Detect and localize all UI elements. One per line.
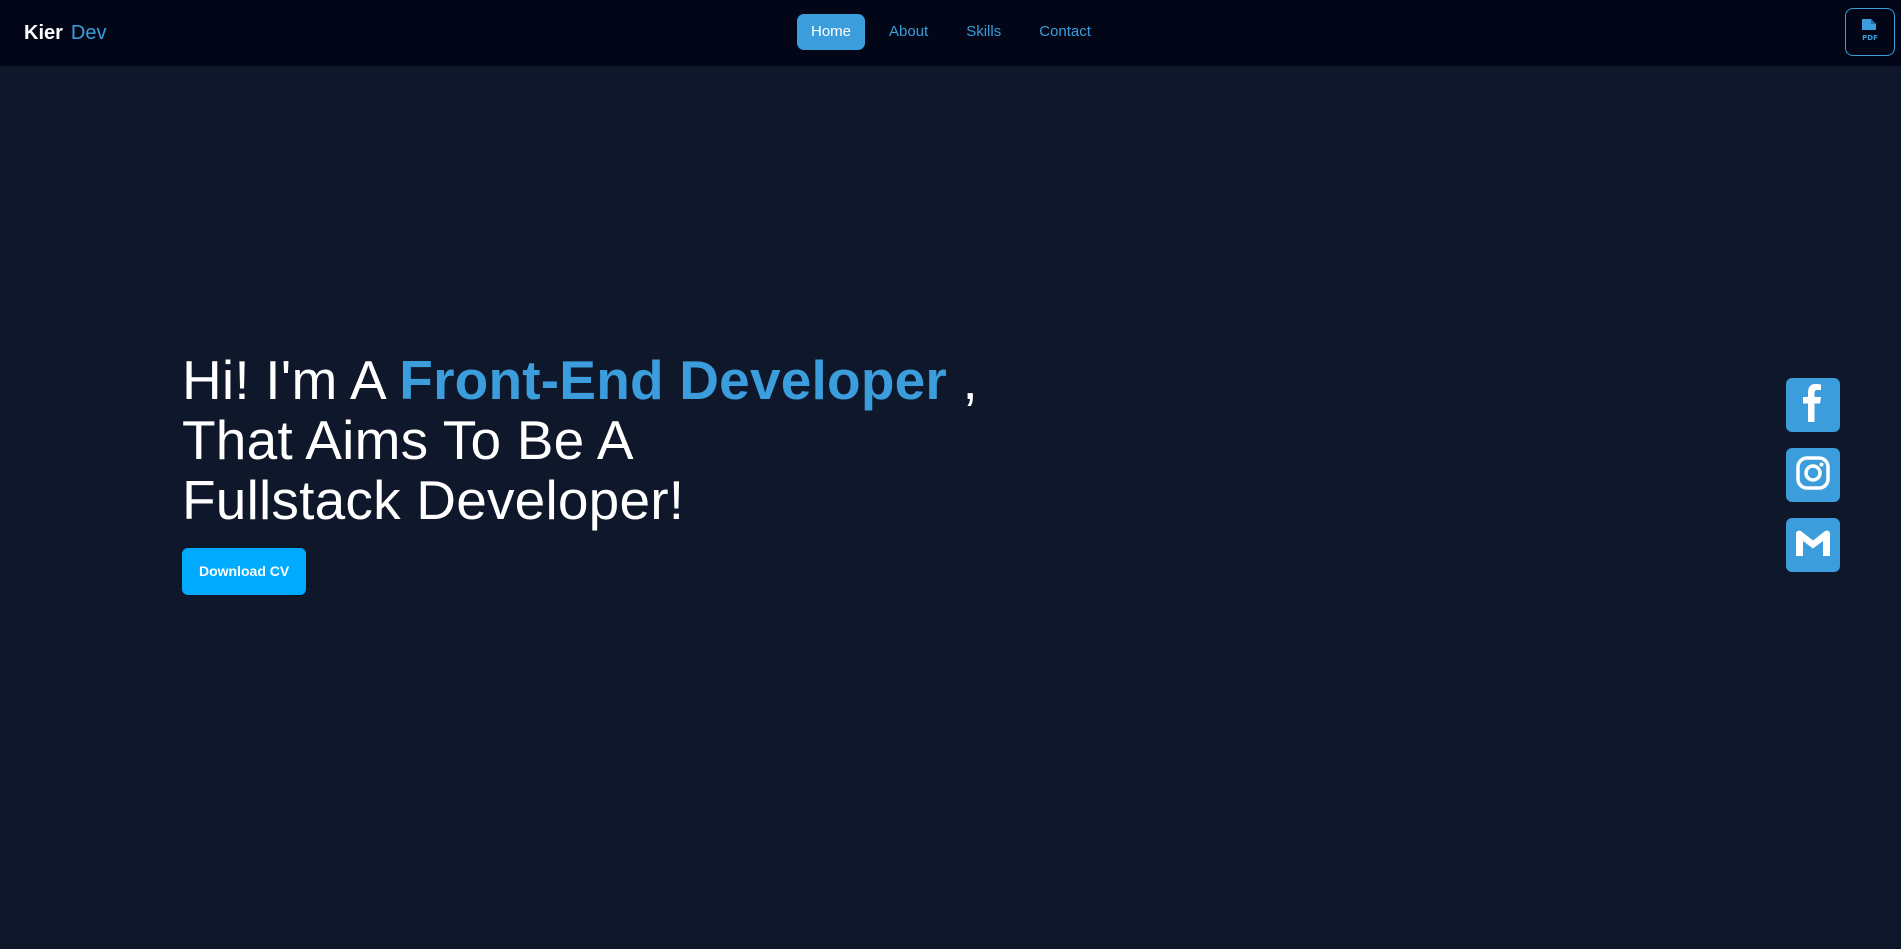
headline-line-1: Hi! I'm A Front-End Developer , [182,350,1082,410]
download-cv-button[interactable]: Download CV [182,548,307,595]
navbar: Kier Dev Home About Skills Contact PDF [0,0,1901,66]
nav-item-contact[interactable]: Contact [1025,14,1105,50]
nav-item-skills[interactable]: Skills [952,14,1015,50]
brand-second-word: Dev [70,22,107,44]
gmail-button[interactable] [1786,518,1840,572]
facebook-icon [1798,383,1828,427]
brand-logo[interactable]: Kier Dev [24,20,106,46]
headline-line-2: That Aims To Be A [182,409,634,471]
facebook-button[interactable] [1786,378,1840,432]
pdf-icon-label: PDF [1862,34,1878,42]
main-nav: Home About Skills Contact [797,14,1105,50]
social-links [1786,378,1840,572]
nav-item-about[interactable]: About [875,14,942,50]
hero-headline: Hi! I'm A Front-End Developer , That Aim… [182,350,1082,530]
brand-first-word: Kier [24,22,63,44]
headline-suffix: , [947,349,978,411]
instagram-icon [1796,455,1830,495]
nav-item-home[interactable]: Home [797,14,866,50]
page: Kier Dev Home About Skills Contact PDF Hi… [0,0,1901,949]
pdf-download-button[interactable]: PDF [1845,8,1895,56]
pdf-file-icon: PDF [1859,18,1881,47]
headline-highlight: Front-End Developer [399,349,948,411]
gmail-icon [1794,528,1832,563]
instagram-button[interactable] [1786,448,1840,502]
headline-prefix: Hi! I'm A [182,349,400,411]
hero-section: Hi! I'm A Front-End Developer , That Aim… [182,350,1082,595]
headline-line-3: Fullstack Developer! [182,469,685,531]
